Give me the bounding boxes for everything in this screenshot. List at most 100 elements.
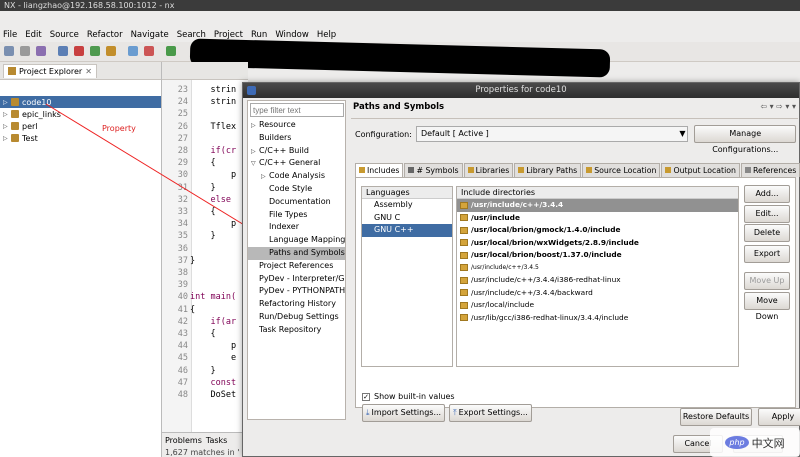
- build-icon[interactable]: [58, 46, 68, 56]
- nav-item-task-repository[interactable]: Task Repository: [248, 324, 345, 337]
- edit-button[interactable]: Edit...: [744, 204, 790, 223]
- delete-button[interactable]: Delete: [744, 224, 790, 242]
- window-title: NX - liangzhao@192.168.58.100:1012 - nx: [4, 1, 175, 10]
- include-dir-row[interactable]: /usr/include: [457, 212, 738, 225]
- expand-arrow-icon[interactable]: ▷: [251, 146, 259, 158]
- tree-item-code10[interactable]: ▷ code10: [0, 96, 161, 108]
- menu-item-window[interactable]: Window: [275, 30, 309, 40]
- tab-libraries[interactable]: Libraries: [463, 163, 514, 177]
- line-number: 26: [177, 121, 188, 132]
- line-code: int main(: [190, 292, 237, 303]
- nav-item-resource[interactable]: ▷ Resource: [248, 119, 345, 132]
- debug-icon[interactable]: [74, 46, 84, 56]
- run-last-icon[interactable]: [166, 46, 176, 56]
- line-code: strin: [190, 97, 237, 108]
- tree-item-epic-links[interactable]: ▷ epic_links: [0, 108, 161, 120]
- language-item[interactable]: Assembly: [362, 199, 452, 212]
- tab-library-paths[interactable]: Library Paths: [514, 163, 582, 177]
- code-editor[interactable]: 23 strin 24 strin 25 26 Tflex 27 28 if(cr 29 {…: [162, 62, 248, 457]
- tab-references[interactable]: References: [740, 163, 800, 177]
- tab-output-location[interactable]: Output Location: [661, 163, 740, 177]
- dialog-title: Properties for code10: [475, 85, 567, 95]
- include-dir-row[interactable]: /usr/local/include: [457, 299, 738, 312]
- add-button[interactable]: Add...: [744, 185, 790, 203]
- close-icon[interactable]: ✕: [85, 67, 92, 76]
- menu-item-run[interactable]: Run: [251, 30, 267, 40]
- include-dir-row[interactable]: /usr/include/c++/3.4.5: [457, 262, 738, 275]
- nav-item-pydev-pythonpath[interactable]: PyDev - PYTHONPATH: [248, 285, 345, 298]
- nav-item-documentation[interactable]: Documentation: [248, 196, 345, 209]
- tasks-tab[interactable]: Tasks: [206, 436, 227, 445]
- include-dir-row[interactable]: /usr/include/c++/3.4.4: [457, 199, 738, 212]
- save-icon[interactable]: [20, 46, 30, 56]
- search-icon[interactable]: [144, 46, 154, 56]
- new-icon[interactable]: [4, 46, 14, 56]
- manage-configurations-button[interactable]: Manage Configurations...: [694, 125, 796, 154]
- expand-arrow-icon[interactable]: ▽: [251, 158, 259, 170]
- tab-symbols[interactable]: # Symbols: [404, 163, 463, 177]
- new-class-icon[interactable]: [128, 46, 138, 56]
- export-button[interactable]: Export: [744, 245, 790, 263]
- show-builtin-checkbox[interactable]: ✓: [362, 392, 370, 401]
- include-dir-row[interactable]: /usr/include/c++/3.4.4/i386-redhat-linux: [457, 274, 738, 287]
- filter-input[interactable]: [250, 103, 344, 117]
- import-settings-button[interactable]: ⤓ Import Settings...: [362, 404, 446, 422]
- menu-item-help[interactable]: Help: [317, 30, 336, 40]
- nav-item-paths-and-symbols[interactable]: Paths and Symbols: [248, 246, 345, 260]
- menu-item-navigate[interactable]: Navigate: [131, 30, 169, 40]
- move-up-button[interactable]: Move Up: [744, 272, 790, 290]
- nav-item-c-c-build[interactable]: ▷ C/C++ Build: [248, 145, 345, 158]
- export-settings-button[interactable]: ⤒ Export Settings...: [449, 404, 532, 422]
- expand-arrow-icon[interactable]: ▷: [3, 111, 11, 118]
- expand-arrow-icon[interactable]: ▷: [3, 123, 11, 130]
- nav-item-code-style[interactable]: Code Style: [248, 183, 345, 196]
- code-line: 27: [162, 133, 248, 145]
- problems-tab[interactable]: Problems: [165, 436, 202, 445]
- nav-item-project-references[interactable]: Project References: [248, 260, 345, 273]
- tab-includes[interactable]: Includes: [355, 163, 404, 177]
- tree-item-test[interactable]: ▷ Test: [0, 132, 161, 144]
- include-dir-row[interactable]: /usr/lib/gcc/i386-redhat-linux/3.4.4/inc…: [457, 312, 738, 325]
- include-dir-row[interactable]: /usr/local/brion/gmock/1.4.0/include: [457, 224, 738, 237]
- restore-defaults-button[interactable]: Restore Defaults: [680, 408, 752, 426]
- menu-item-file[interactable]: File: [3, 30, 17, 40]
- menu-item-source[interactable]: Source: [50, 30, 79, 40]
- expand-arrow-icon[interactable]: ▷: [3, 135, 11, 142]
- print-icon[interactable]: [36, 46, 46, 56]
- expand-arrow-icon[interactable]: ▷: [3, 99, 11, 106]
- include-dir-row[interactable]: /usr/local/brion/boost/1.37.0/include: [457, 249, 738, 262]
- include-dir-row[interactable]: /usr/include/c++/3.4.4/backward: [457, 287, 738, 300]
- language-item[interactable]: GNU C: [362, 212, 452, 225]
- nav-item-indexer[interactable]: Indexer: [248, 221, 345, 234]
- tab-icon: [467, 167, 474, 173]
- tab-label: # Symbols: [416, 166, 459, 175]
- project-explorer-tab[interactable]: Project Explorer ✕: [3, 63, 97, 78]
- run-icon[interactable]: [90, 46, 100, 56]
- nav-item-c-c-general[interactable]: ▽ C/C++ General: [248, 157, 345, 170]
- line-number: 28: [177, 146, 188, 156]
- external-tools-icon[interactable]: [106, 46, 116, 56]
- nav-item-builders[interactable]: Builders: [248, 132, 345, 145]
- tab-label: Source Location: [594, 166, 657, 175]
- nav-item-pydev-interpreter-gram[interactable]: PyDev - Interpreter/Gram: [248, 273, 345, 286]
- menu-item-edit[interactable]: Edit: [25, 30, 41, 40]
- expand-arrow-icon[interactable]: ▷: [261, 171, 269, 183]
- include-dir-row[interactable]: /usr/local/brion/wxWidgets/2.8.9/include: [457, 237, 738, 250]
- tree-item-perl[interactable]: ▷ perl: [0, 120, 161, 132]
- code-line: 44 p: [162, 340, 248, 352]
- apply-button[interactable]: Apply: [758, 408, 800, 426]
- nav-item-code-analysis[interactable]: ▷ Code Analysis: [248, 170, 345, 183]
- language-item[interactable]: GNU C++: [362, 224, 452, 237]
- site-watermark: php 中文网: [710, 428, 800, 457]
- nav-arrows-icon[interactable]: ⇦ ▾ ⇨ ▾ ▾: [760, 102, 796, 111]
- nav-item-run-debug-settings[interactable]: Run/Debug Settings: [248, 311, 345, 324]
- menu-item-refactor[interactable]: Refactor: [87, 30, 123, 40]
- move-down-button[interactable]: Move Down: [744, 291, 790, 321]
- nav-item-refactoring-history[interactable]: Refactoring History: [248, 298, 345, 311]
- nav-item-file-types[interactable]: File Types: [248, 209, 345, 222]
- nav-item-language-mappings[interactable]: Language Mappings: [248, 234, 345, 247]
- tab-source-location[interactable]: Source Location: [582, 163, 661, 177]
- expand-arrow-icon[interactable]: ▷: [251, 120, 259, 132]
- include-dir-path: /usr/include/c++/3.4.4/backward: [471, 287, 593, 297]
- configuration-select[interactable]: Default [ Active ] ▼: [415, 126, 689, 142]
